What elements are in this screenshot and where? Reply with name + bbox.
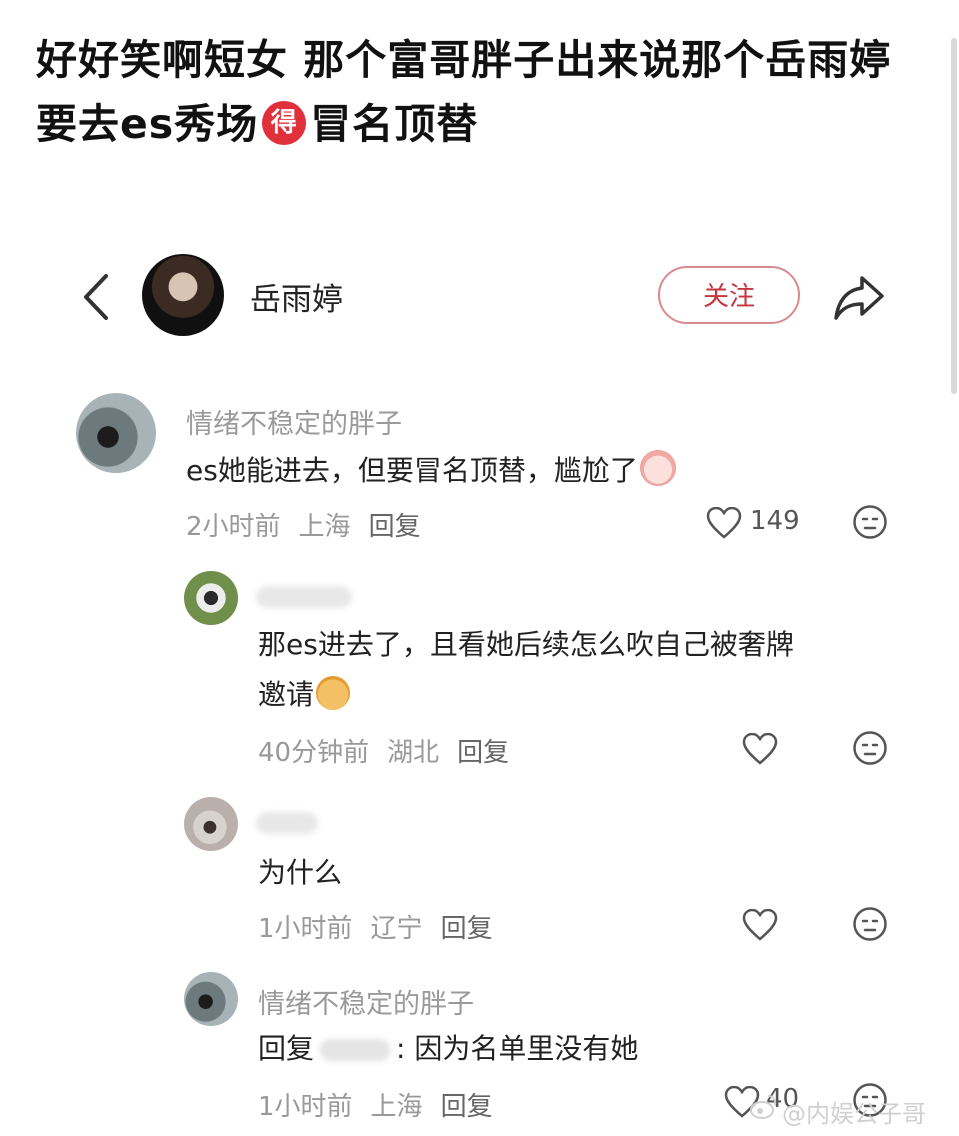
- comment-text-line1: 那es进去了，且看她后续怎么吹自己被奢牌: [258, 628, 794, 661]
- weibo-icon: [750, 1095, 777, 1119]
- commenter-avatar[interactable]: [76, 393, 156, 473]
- follow-button[interactable]: 关注: [658, 266, 800, 324]
- heart-icon[interactable]: [742, 733, 778, 765]
- comment-text: 为什么: [258, 856, 343, 889]
- comment-text: 回复 : 因为名单里没有她: [258, 1024, 638, 1074]
- comment-time: 1小时前: [258, 1092, 353, 1122]
- comment-location: 上海: [298, 512, 351, 542]
- face-icon[interactable]: [852, 504, 888, 540]
- comment-location: 辽宁: [370, 914, 423, 944]
- face-icon[interactable]: [852, 906, 888, 942]
- comment-meta: 1小时前 上海 回复: [258, 1086, 511, 1123]
- commenter-username[interactable]: 情绪不稳定的胖子: [186, 402, 402, 441]
- profile-header: 岳雨婷 关注: [0, 250, 959, 342]
- comment-location: 上海: [370, 1092, 423, 1122]
- commenter-avatar[interactable]: [184, 797, 238, 851]
- dog-emoji: [316, 676, 351, 710]
- comment-text-body: : 因为名单里没有她: [396, 1032, 639, 1065]
- reply-prefix: 回复: [258, 1032, 315, 1065]
- post-title-part2: 冒名顶替: [310, 100, 479, 148]
- comment-text-line2-wrap: 邀请: [258, 670, 898, 720]
- commenter-avatar[interactable]: [184, 972, 238, 1026]
- comment-text: es她能进去，但要冒名顶替，尴尬了: [186, 446, 676, 496]
- comment-time: 40分钟前: [258, 738, 370, 768]
- comment-time: 2小时前: [186, 512, 281, 542]
- reply-button[interactable]: 回复: [369, 512, 421, 542]
- comment-3: 为什么 1小时前 辽宁 回复: [0, 794, 959, 944]
- comment-location: 湖北: [387, 738, 440, 768]
- comment-meta: 2小时前 上海 回复: [186, 506, 439, 543]
- profile-name[interactable]: 岳雨婷: [250, 274, 343, 319]
- de-badge-icon: 得: [262, 101, 307, 145]
- reply-button[interactable]: 回复: [441, 1092, 493, 1122]
- back-icon[interactable]: [78, 272, 114, 322]
- reply-button[interactable]: 回复: [441, 914, 493, 944]
- heart-icon[interactable]: [706, 507, 742, 539]
- like-count: 149: [750, 506, 800, 536]
- mentioned-user-redacted[interactable]: [320, 1039, 391, 1061]
- watermark: @内娱公子哥: [782, 1100, 926, 1128]
- profile-avatar[interactable]: [142, 254, 224, 336]
- commenter-username-redacted[interactable]: [256, 586, 352, 608]
- commenter-avatar[interactable]: [184, 571, 238, 625]
- share-icon[interactable]: [832, 272, 886, 322]
- comment-2: 那es进去了，且看她后续怎么吹自己被奢牌 邀请 40分钟前 湖北 回复: [0, 568, 959, 768]
- comment-text-body: es她能进去，但要冒名顶替，尴尬了: [186, 454, 638, 487]
- heart-icon[interactable]: [742, 909, 778, 941]
- commenter-username-redacted[interactable]: [256, 812, 318, 834]
- post-title: 好好笑啊短女 那个富哥胖子出来说那个岳雨婷要去es秀场得冒名顶替: [36, 28, 916, 156]
- comment-time: 1小时前: [258, 914, 353, 944]
- face-icon[interactable]: [852, 730, 888, 766]
- comment-text-line2: 邀请: [258, 678, 315, 711]
- peach-emoji: [639, 450, 676, 486]
- comment-text: 那es进去了，且看她后续怎么吹自己被奢牌 邀请: [258, 620, 898, 720]
- comment-meta: 40分钟前 湖北 回复: [258, 732, 527, 769]
- commenter-username[interactable]: 情绪不稳定的胖子: [258, 982, 474, 1021]
- comment-meta: 1小时前 辽宁 回复: [258, 908, 511, 945]
- comment-1: 情绪不稳定的胖子 es她能进去，但要冒名顶替，尴尬了 2小时前 上海 回复 149: [0, 390, 959, 550]
- reply-button[interactable]: 回复: [457, 738, 509, 768]
